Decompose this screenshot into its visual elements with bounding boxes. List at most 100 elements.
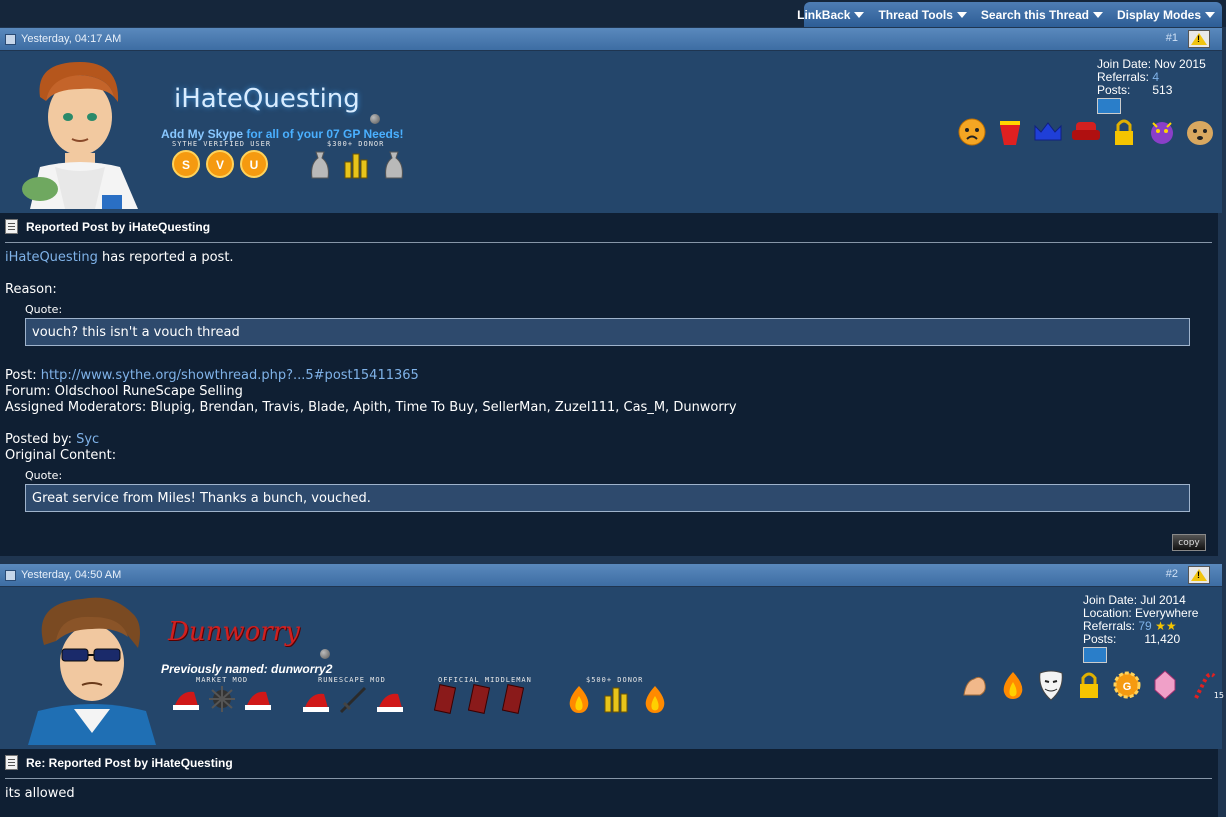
original-quote: Great service from Miles! Thanks a bunch… <box>25 484 1190 512</box>
badge-group-label: MARKET MOD <box>196 676 249 684</box>
skype-icon[interactable] <box>1097 98 1121 114</box>
post-title-text: Reported Post by iHateQuesting <box>26 219 211 234</box>
post-title-text: Re: Reported Post by iHateQuesting <box>26 755 233 770</box>
posted-by-line: Posted by: Syc <box>5 432 99 448</box>
santa-hat-icon <box>173 691 199 710</box>
title-divider <box>5 778 1212 779</box>
verified-badges: S V U <box>172 150 268 178</box>
posted-by-label: Posted by: <box>5 432 77 447</box>
padlock-icon <box>1109 117 1139 147</box>
report-post-button[interactable] <box>1188 566 1210 584</box>
user-avatar[interactable] <box>10 57 150 209</box>
sythe-v-badge-icon: V <box>206 150 234 178</box>
post-number-link[interactable]: #2 <box>1166 568 1178 580</box>
user-title: Add My Skype for all of your 07 GP Needs… <box>161 127 404 141</box>
linkback-menu[interactable]: LinkBack <box>790 8 871 22</box>
linkback-label: LinkBack <box>797 7 851 22</box>
coin-bag-icon <box>311 151 329 179</box>
skype-icon[interactable] <box>1083 647 1107 663</box>
display-modes-menu[interactable]: Display Modes <box>1110 8 1222 22</box>
santa-hat-icon <box>245 691 271 710</box>
chevron-down-icon <box>1092 11 1103 18</box>
sword-icon <box>339 686 367 714</box>
post-link-line: Post: http://www.sythe.org/showthread.ph… <box>5 368 419 384</box>
badge-group-label: $500+ DONOR <box>586 676 644 684</box>
badge-group-label: SYTHE VERIFIED USER <box>172 140 272 148</box>
book-icon <box>468 684 490 714</box>
gear-badge-icon: G <box>1112 670 1142 700</box>
warning-icon <box>1191 33 1207 45</box>
book-icon <box>434 684 456 714</box>
post-status-icon <box>5 33 16 45</box>
dragon-icon <box>1147 117 1177 147</box>
posts-label: Posts: <box>1083 632 1117 646</box>
offline-status-icon <box>370 114 380 124</box>
post-2-userbar: Dunworry Previously named: dunworry2 MAR… <box>0 587 1224 749</box>
guy-fawkes-mask-icon <box>1036 670 1066 701</box>
star-icon: ★★ <box>1155 619 1177 633</box>
posts-value: 11,420 <box>1144 632 1181 646</box>
offline-status-icon <box>320 649 330 659</box>
post-2-header: Yesterday, 04:50 AM #2 <box>0 564 1222 586</box>
post-1-header: Yesterday, 04:17 AM #1 <box>0 28 1222 50</box>
post-body: its allowed <box>5 786 75 801</box>
crying-face-icon <box>957 117 987 147</box>
original-content-label: Original Content: <box>5 448 117 463</box>
post-title: Reported Post by iHateQuesting <box>5 219 210 234</box>
thread-toolbar-tab: LinkBack Thread Tools Search this Thread… <box>797 2 1222 27</box>
post-number-link[interactable]: #1 <box>1166 32 1178 44</box>
sythe-u-badge-icon: U <box>240 150 268 178</box>
svg-text:U: U <box>250 158 259 172</box>
flame-icon <box>645 686 665 713</box>
armchair-icon <box>1071 117 1101 147</box>
svg-text:V: V <box>216 158 224 172</box>
copy-button[interactable]: copy <box>1172 534 1206 551</box>
user-title-rest: for all of your 07 GP Needs! <box>243 127 404 141</box>
referrals-link[interactable]: 4 <box>1152 70 1159 84</box>
title-divider <box>5 242 1212 243</box>
post-status-icon <box>5 569 16 581</box>
user-avatar[interactable] <box>22 593 162 745</box>
posted-by-link[interactable]: Syc <box>76 432 99 447</box>
user-stats: Join Date: Nov 2015 Referrals: 4 Posts: … <box>1097 58 1206 114</box>
post-1-content: Reported Post by iHateQuesting iHateQues… <box>0 213 1218 556</box>
reported-post-link[interactable]: http://www.sythe.org/showthread.php?...5… <box>41 368 419 383</box>
svg-text:S: S <box>182 158 190 172</box>
crown-icon <box>1033 117 1063 147</box>
quote-label: Quote: <box>25 303 63 316</box>
flame-icon <box>569 686 589 713</box>
doge-icon <box>1185 117 1215 147</box>
display-modes-label: Display Modes <box>1116 7 1201 22</box>
badge-group-label: OFFICIAL MIDDLEMAN <box>438 676 532 684</box>
award-icons: G 15 <box>960 670 1224 701</box>
posts-value: 513 <box>1152 83 1173 97</box>
award-icons <box>957 117 1215 147</box>
chevron-down-icon <box>956 11 967 18</box>
book-icon <box>502 684 524 714</box>
gold-coins-icon <box>344 153 368 179</box>
forum-line: Forum: Oldschool RuneScape Selling <box>5 384 243 399</box>
post-timestamp: Yesterday, 04:50 AM <box>21 569 122 581</box>
bucket-icon <box>995 117 1025 147</box>
report-post-button[interactable] <box>1188 30 1210 48</box>
search-thread-menu[interactable]: Search this Thread <box>974 8 1110 22</box>
join-date-value: Jul 2014 <box>1140 593 1186 607</box>
username[interactable]: Dunworry <box>168 617 300 647</box>
reason-label: Reason: <box>5 282 57 297</box>
location-value: Everywhere <box>1135 606 1199 620</box>
referrals-link[interactable]: 79 <box>1138 619 1151 633</box>
badge-group-label: $300+ DONOR <box>327 140 385 148</box>
chevron-down-icon <box>1205 11 1215 18</box>
award-count: 15 <box>1213 691 1224 700</box>
thread-tools-menu[interactable]: Thread Tools <box>871 8 973 22</box>
middleman-badges <box>434 684 524 714</box>
spiked-ball-icon <box>209 686 235 712</box>
gold-coins-icon <box>604 687 628 713</box>
username[interactable]: iHateQuesting <box>174 84 360 114</box>
reporter-link[interactable]: iHateQuesting <box>5 250 98 265</box>
svg-text:G: G <box>1123 681 1132 693</box>
posts-label: Posts: <box>1097 83 1131 97</box>
user-title-skype: Add My Skype <box>161 127 244 141</box>
post-2-content: Re: Reported Post by iHateQuesting its a… <box>0 749 1218 817</box>
flexed-arm-icon <box>960 670 990 700</box>
